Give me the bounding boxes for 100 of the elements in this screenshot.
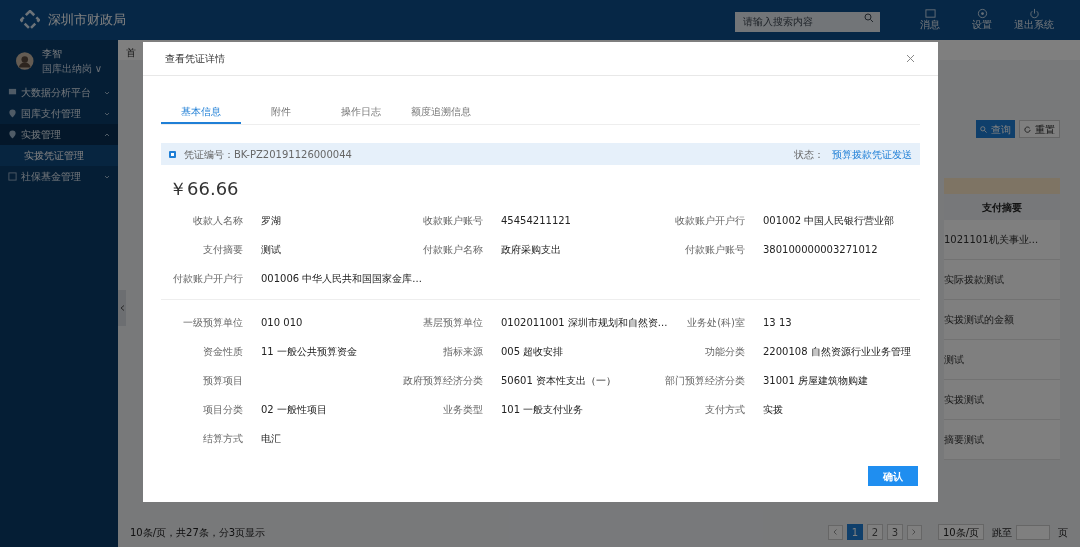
power-icon — [1028, 8, 1040, 20]
search-field[interactable]: 请输入搜索内容 — [735, 11, 880, 32]
settings-icon — [976, 8, 988, 20]
header-action-button[interactable]: 设置 — [956, 8, 1008, 32]
document-icon — [8, 172, 17, 181]
field-label: 收款人名称 — [192, 214, 244, 228]
page-suffix: 页 — [1058, 525, 1068, 540]
table-cell-text: 实拨测试的金额 — [944, 313, 1014, 327]
field-value: 11 一般公共预算资金 — [261, 345, 357, 359]
field-value: 实拨 — [763, 403, 783, 417]
field-label: 项目分类 — [202, 403, 244, 417]
dialog-tab[interactable]: 操作日志 — [321, 100, 401, 124]
field-value: 005 超收安排 — [501, 345, 564, 359]
menu-item[interactable]: 大数据分析平台 — [0, 82, 118, 103]
close-icon — [905, 54, 915, 63]
field-value: 电汇 — [261, 432, 281, 446]
dialog-tab[interactable]: 基本信息 — [161, 100, 241, 124]
avatar — [16, 49, 34, 73]
page-button[interactable]: 1 — [846, 524, 863, 540]
field-label: 预算项目 — [202, 374, 244, 388]
chevron-down-icon — [104, 89, 110, 96]
refresh-icon — [1024, 125, 1031, 133]
chevron-left-icon — [119, 305, 125, 311]
chevron-right-icon — [912, 529, 917, 535]
field-value: 380100000003271012 — [763, 243, 878, 257]
reset-button[interactable]: 重置 — [1019, 120, 1060, 138]
dialog-tab[interactable]: 附件 — [241, 100, 321, 124]
header-action-button[interactable]: 消息 — [904, 8, 956, 32]
pin-icon — [8, 109, 17, 118]
status-label: 状态： — [794, 147, 824, 162]
field-value: 02 一般性项目 — [261, 403, 327, 417]
field-value: 0102011001 深圳市规划和自然资... — [501, 316, 668, 330]
field-value: 010 010 — [261, 316, 303, 330]
table-cell-text: 测试 — [944, 353, 964, 367]
field-value: 13 13 — [763, 316, 792, 330]
field-label: 收款账户开户行 — [674, 214, 746, 228]
field-value: 31001 房屋建筑物购建 — [763, 374, 868, 388]
header-action-button[interactable]: 退出系统 — [1008, 8, 1060, 32]
table-cell-text: 实际拨款测试 — [944, 273, 1004, 287]
field-label: 付款账户账号 — [684, 243, 746, 257]
chevron-left-icon — [833, 529, 838, 535]
field-label: 收款账户账号 — [422, 214, 484, 228]
field-value: 001002 中国人民银行营业部 — [763, 214, 895, 228]
field-value: 50601 资本性支出（一） — [501, 374, 616, 388]
collapse-handle[interactable] — [118, 290, 126, 326]
page-input[interactable] — [1016, 524, 1050, 540]
field-value: 45454211121 — [501, 214, 571, 228]
field-label: 付款账户开户行 — [172, 272, 244, 286]
query-button[interactable]: 查询 — [976, 120, 1015, 138]
logo-icon — [20, 10, 40, 30]
menu-item[interactable]: 实拨管理 — [0, 124, 118, 145]
previous-page-button[interactable] — [827, 524, 843, 540]
field-label: 基层预算单位 — [422, 316, 484, 330]
field-label: 政府预算经济分类 — [402, 374, 484, 388]
pagination-summary: 10条/页，共27条，分3页显示 — [130, 525, 266, 540]
page-button[interactable]: 2 — [866, 524, 883, 540]
jump-label: 跳至 — [992, 525, 1012, 540]
field-value: 测试 — [261, 243, 281, 257]
voucher-number: 凭证编号：BK-PZ20191126000044 — [184, 147, 353, 162]
page-tab[interactable]: 首 — [122, 45, 140, 60]
field-label: 指标来源 — [442, 345, 484, 359]
table-cell-text: 实拨测试 — [944, 393, 984, 407]
field-value: 101 一般支付业务 — [501, 403, 584, 417]
field-label: 资金性质 — [202, 345, 244, 359]
chevron-down-icon — [104, 173, 110, 180]
table-cell-text: 1021101机关事业... — [944, 233, 1039, 247]
page-size-select[interactable]: 10条/页 — [937, 524, 984, 540]
field-value: 001006 中华人民共和国国家金库... — [261, 272, 422, 286]
app-title: 深圳市财政局 — [48, 11, 126, 30]
user-role[interactable]: 国库出纳岗 ∨ — [41, 61, 102, 76]
table-cell-text: 摘要测试 — [944, 433, 984, 447]
field-value: 政府采购支出 — [501, 243, 561, 257]
amount: ￥66.66 — [169, 177, 240, 201]
dialog-tab[interactable]: 额度追溯信息 — [401, 100, 481, 124]
field-value: 罗湖 — [261, 214, 281, 228]
status-link[interactable]: 预算拨款凭证发送 — [832, 146, 912, 162]
field-label: 业务类型 — [442, 403, 484, 417]
field-label: 付款账户名称 — [422, 243, 484, 257]
field-label: 支付摘要 — [202, 243, 244, 257]
confirm-button[interactable]: 确认 — [868, 466, 918, 486]
pin-icon — [8, 130, 17, 139]
close-button[interactable] — [904, 52, 916, 65]
field-value: 2200108 自然资源行业业务管理 — [763, 345, 911, 359]
field-label: 结算方式 — [202, 432, 244, 446]
field-label: 功能分类 — [704, 345, 746, 359]
submenu-item[interactable]: 实拨凭证管理 — [0, 145, 118, 166]
field-label: 支付方式 — [704, 403, 746, 417]
field-label: 一级预算单位 — [182, 316, 244, 330]
menu-item[interactable]: 社保基金管理 — [0, 166, 118, 187]
dialog-title: 查看凭证详情 — [165, 52, 226, 66]
search-icon — [864, 13, 874, 23]
page-button[interactable]: 3 — [886, 524, 903, 540]
menu-item[interactable]: 国库支付管理 — [0, 103, 118, 124]
next-page-button[interactable] — [906, 524, 922, 540]
chevron-up-icon — [104, 131, 110, 138]
chevron-down-icon — [104, 110, 110, 117]
search-icon — [980, 125, 987, 133]
user-name: 李智 — [41, 47, 63, 61]
chart-icon — [8, 88, 17, 97]
checkbox-icon — [169, 150, 176, 158]
